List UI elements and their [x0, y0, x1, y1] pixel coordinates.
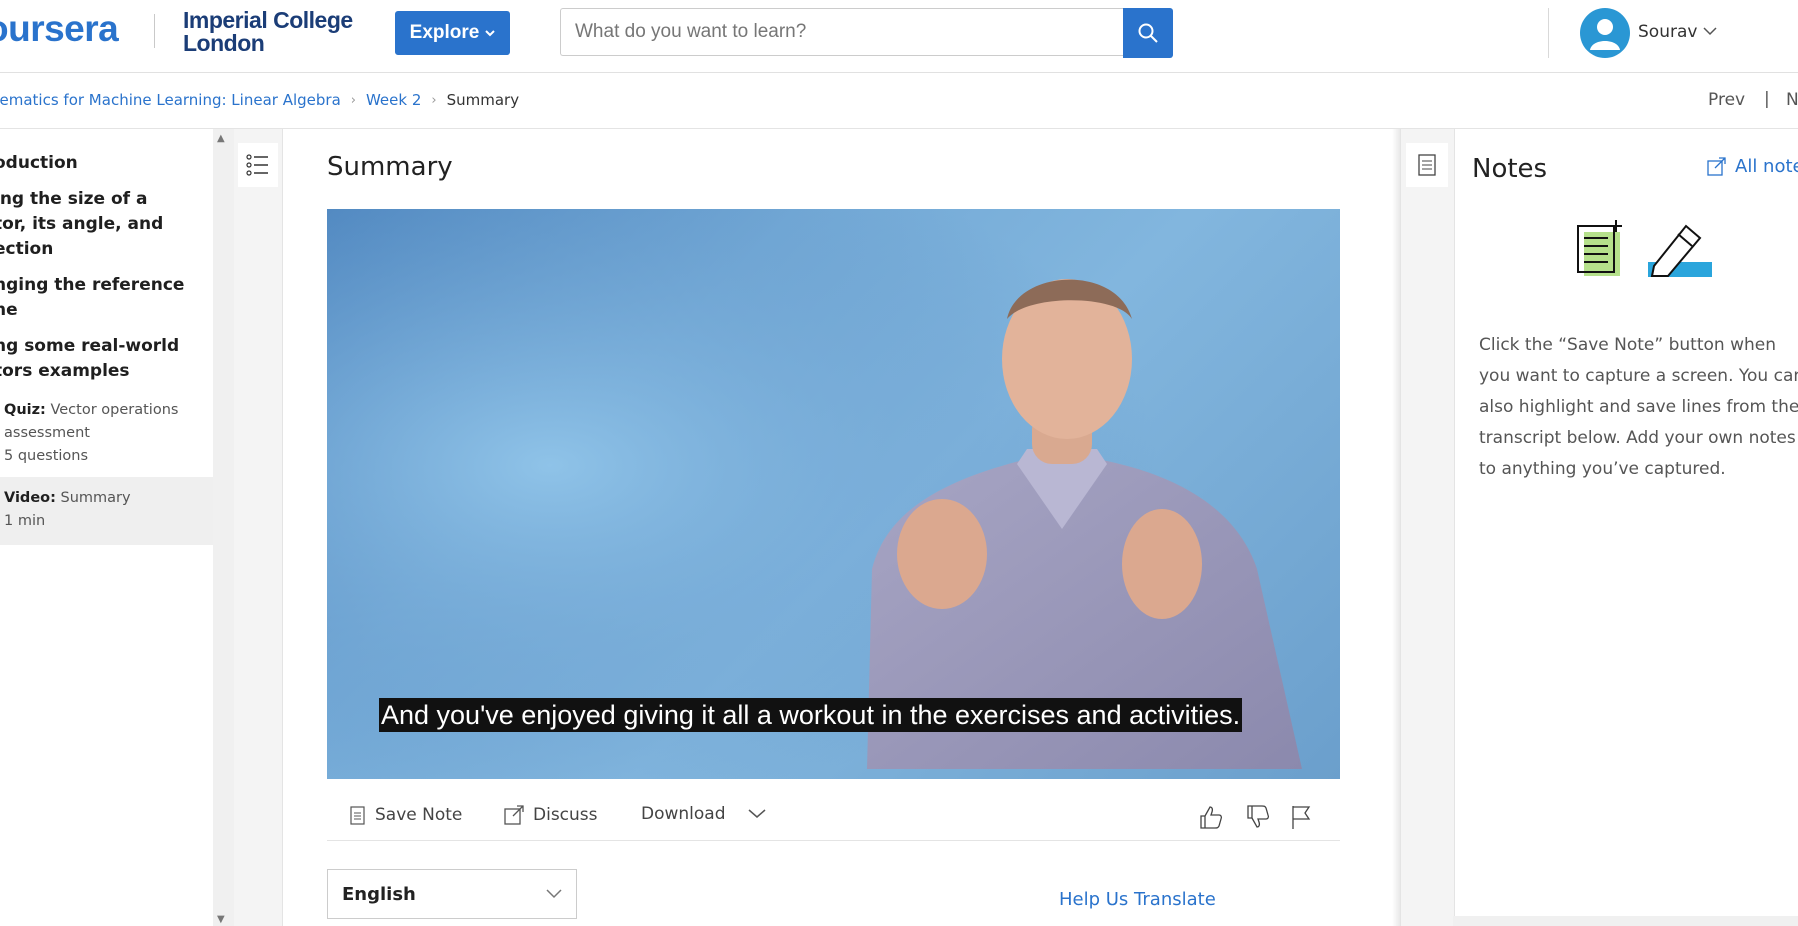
page-title: Summary: [327, 152, 453, 182]
notes-icon: [1418, 154, 1436, 176]
chevron-down-icon: [546, 889, 562, 899]
avatar[interactable]: [1580, 8, 1630, 58]
download-label: Download: [641, 804, 726, 824]
sidebar-heading[interactable]: oduction: [0, 151, 194, 176]
prev-link[interactable]: Prev: [1708, 90, 1745, 110]
logo-divider: [154, 14, 155, 48]
scroll-up-icon[interactable]: ▲: [217, 133, 225, 144]
note-icon: [350, 806, 365, 825]
breadcrumb-week[interactable]: Week 2: [366, 91, 421, 109]
sidebar-heading-line: nging the reference: [0, 275, 185, 295]
explore-button[interactable]: Explore: [395, 11, 510, 55]
video-frame: [327, 209, 1340, 779]
download-dropdown[interactable]: Download: [641, 804, 766, 824]
notes-rail: [1400, 129, 1455, 926]
user-name[interactable]: Sourav: [1638, 22, 1697, 42]
thumbs-down-icon[interactable]: [1245, 804, 1271, 830]
partner-logo[interactable]: Imperial College London: [183, 9, 353, 55]
language-value: English: [342, 883, 416, 905]
sidebar-item-quiz[interactable]: Quiz: Vector operations assessment 5 que…: [4, 399, 194, 468]
chevron-down-icon[interactable]: [1703, 27, 1717, 36]
item-type: Quiz:: [4, 402, 46, 418]
item-meta: 5 questions: [4, 448, 89, 464]
sidebar-heading-line: oduction: [0, 153, 78, 173]
help-translate-link[interactable]: Help Us Translate: [1059, 889, 1216, 910]
coursera-logo[interactable]: oursera: [0, 8, 119, 50]
item-type: Video:: [4, 490, 56, 506]
sidebar-heading-line: tors examples: [0, 361, 130, 381]
chevron-down-icon: [748, 809, 766, 818]
breadcrumb-current: Summary: [446, 91, 520, 109]
item-meta: 1 min: [4, 513, 46, 529]
item-title: Vector operations: [50, 402, 179, 418]
item-title: Summary: [60, 490, 131, 506]
sidebar-heading[interactable]: nging the reference ne: [0, 273, 194, 323]
external-link-icon: [504, 805, 524, 825]
sidebar-heading-line: tor, its angle, and: [0, 214, 164, 234]
all-notes-label: All note: [1735, 156, 1798, 177]
chevron-right-icon: ›: [431, 92, 437, 108]
partner-logo-line1: Imperial College: [183, 7, 353, 33]
panel-shadow: [1392, 129, 1400, 926]
list-icon: [246, 154, 268, 176]
video-caption: And you've enjoyed giving it all a worko…: [379, 698, 1243, 732]
nav-separator: |: [1764, 89, 1770, 109]
sidebar-heading-line: ne: [0, 300, 18, 320]
next-link[interactable]: N: [1786, 90, 1798, 110]
notes-illustration: [1577, 220, 1712, 277]
breadcrumb: hematics for Machine Learning: Linear Al…: [0, 91, 519, 109]
notes-scrollbar[interactable]: [1453, 916, 1798, 926]
search-button[interactable]: [1123, 8, 1173, 58]
search-icon: [1138, 23, 1158, 43]
breadcrumb-course[interactable]: hematics for Machine Learning: Linear Al…: [0, 91, 341, 109]
thumbs-up-icon[interactable]: [1198, 804, 1224, 830]
video-player[interactable]: [327, 209, 1340, 779]
transcript-language-select[interactable]: English: [327, 869, 577, 919]
sidebar-heading[interactable]: ng some real-world tors examples: [0, 334, 194, 384]
notes-help-text: Click the “Save Note” button when you wa…: [1479, 335, 1798, 479]
flag-icon[interactable]: [1290, 804, 1312, 830]
sidebar-scrollbar[interactable]: [213, 129, 234, 926]
video-toolbar: Save Note Discuss Download: [327, 790, 1340, 841]
scroll-down-icon[interactable]: ▼: [217, 914, 225, 925]
user-icon: [1590, 19, 1620, 50]
explore-label: Explore: [409, 22, 480, 43]
save-note-label: Save Note: [375, 805, 463, 825]
toc-toggle-button[interactable]: [238, 143, 278, 187]
item-title-cont: assessment: [4, 425, 90, 441]
partner-logo-line2: London: [183, 30, 265, 56]
chevron-down-icon: [485, 30, 496, 37]
notes-title: Notes: [1472, 154, 1548, 184]
lesson-sidebar: oduction ing the size of a tor, its angl…: [0, 129, 213, 926]
all-notes-link[interactable]: All note: [1707, 156, 1798, 177]
sidebar-item-video[interactable]: Video: Summary 1 min: [4, 487, 194, 533]
sidebar-heading-line: ection: [0, 239, 54, 259]
discuss-button[interactable]: Discuss: [503, 804, 598, 826]
chevron-right-icon: ›: [350, 92, 356, 108]
search-input[interactable]: [560, 8, 1124, 56]
header-divider: [1548, 8, 1549, 58]
notes-toggle-button[interactable]: [1406, 143, 1448, 187]
sidebar-heading[interactable]: ing the size of a tor, its angle, and ec…: [0, 187, 194, 262]
sidebar-heading-line: ng some real-world: [0, 336, 180, 356]
sidebar-heading-line: ing the size of a: [0, 189, 148, 209]
external-link-icon: [1707, 156, 1726, 176]
discuss-label: Discuss: [533, 805, 598, 825]
toc-rail: [234, 129, 283, 926]
save-note-button[interactable]: Save Note: [349, 804, 462, 826]
